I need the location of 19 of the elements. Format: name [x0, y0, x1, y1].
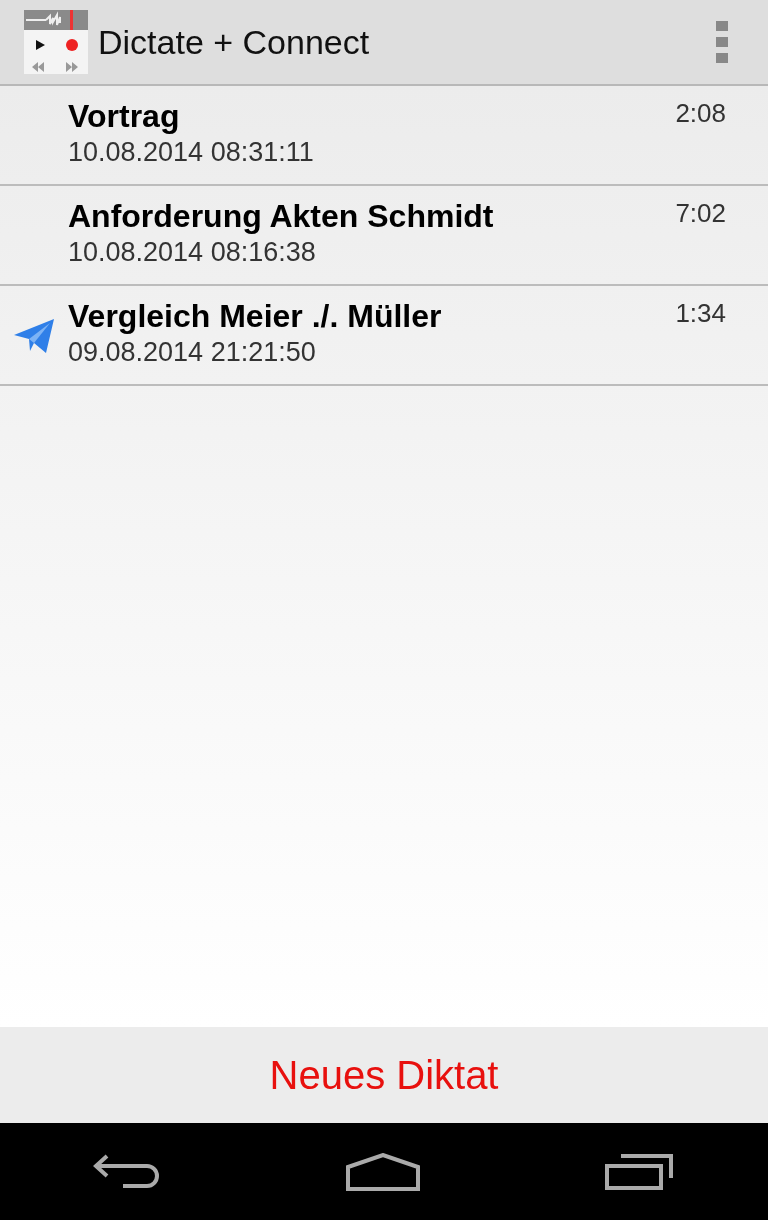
recent-apps-icon[interactable] — [605, 1153, 676, 1190]
dictation-duration: 2:08 — [675, 97, 727, 129]
app-logo-icon — [24, 10, 88, 74]
dictation-row[interactable]: Anforderung Akten Schmidt 10.08.2014 08:16:38 7:02 — [0, 186, 768, 286]
dictation-date: 09.08.2014 21:21:50 — [68, 337, 317, 368]
dictation-row[interactable]: Vortrag 10.08.2014 08:31:11 2:08 — [0, 86, 768, 186]
dictation-title: Anforderung Akten Schmidt — [68, 198, 495, 235]
dictation-date: 10.08.2014 08:16:38 — [68, 237, 317, 268]
home-icon[interactable] — [346, 1152, 420, 1191]
dictation-date: 10.08.2014 08:31:11 — [68, 137, 315, 168]
back-icon[interactable] — [92, 1153, 161, 1190]
overflow-menu-icon[interactable] — [716, 21, 728, 63]
new-dictation-button[interactable]: Neues Diktat — [0, 1027, 768, 1123]
dictation-row[interactable]: Vergleich Meier ./. Müller 09.08.2014 21:21:50 1:34 — [0, 286, 768, 386]
dictation-title: Vergleich Meier ./. Müller — [68, 298, 443, 335]
dictation-duration: 1:34 — [675, 297, 727, 329]
app-title: Dictate + Connect — [98, 22, 371, 62]
dictation-title: Vortrag — [68, 98, 181, 135]
dictation-duration: 7:02 — [675, 197, 727, 229]
